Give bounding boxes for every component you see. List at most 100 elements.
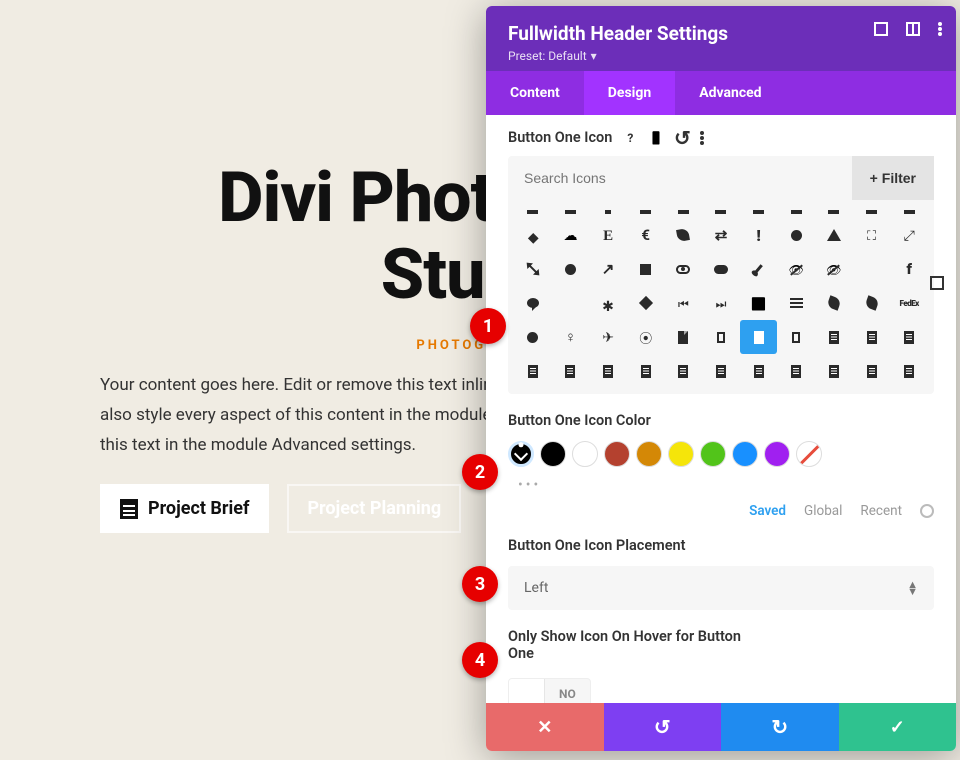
expand-alt-icon[interactable] xyxy=(514,252,552,286)
external-link-icon[interactable] xyxy=(589,252,627,286)
feather-icon[interactable] xyxy=(815,286,853,320)
eye-icon[interactable] xyxy=(665,252,703,286)
tab-design[interactable]: Design xyxy=(584,71,675,115)
fast-forward-icon[interactable] xyxy=(702,286,740,320)
figma-icon[interactable] xyxy=(627,320,665,354)
eye-dropper-icon[interactable] xyxy=(740,252,778,286)
fedora-icon[interactable] xyxy=(514,320,552,354)
search-icons-input[interactable] xyxy=(508,156,852,200)
palette-tab-saved[interactable]: Saved xyxy=(749,503,786,519)
file-code-outline-icon[interactable] xyxy=(589,354,627,388)
fax-icon[interactable] xyxy=(777,286,815,320)
file-audio-icon[interactable] xyxy=(890,320,928,354)
icon-cell[interactable] xyxy=(589,206,627,218)
field-more-icon[interactable] xyxy=(700,131,704,145)
save-button[interactable] xyxy=(839,703,957,751)
undo-button[interactable] xyxy=(604,703,722,751)
project-planning-button[interactable]: Project Planning xyxy=(287,484,461,533)
swatch-brick[interactable] xyxy=(604,441,630,467)
swatch-black[interactable] xyxy=(540,441,566,467)
file-audio-outline-icon[interactable] xyxy=(514,354,552,388)
more-colors-icon[interactable]: ••• xyxy=(508,477,934,493)
expand-arrows-icon[interactable] xyxy=(890,218,928,252)
icon-cell[interactable] xyxy=(552,206,590,218)
icon-cell[interactable] xyxy=(740,206,778,218)
icon-placement-select[interactable]: Left ▲▼ xyxy=(508,566,934,610)
file-download-icon[interactable] xyxy=(702,354,740,388)
faucet-icon[interactable] xyxy=(740,286,778,320)
eye-slash-solid-icon[interactable] xyxy=(815,252,853,286)
external-link-square-icon[interactable] xyxy=(627,252,665,286)
file-export-icon[interactable] xyxy=(815,354,853,388)
exchange-icon[interactable]: ⇄ xyxy=(702,218,740,252)
icon-cell[interactable] xyxy=(777,206,815,218)
exclamation-icon[interactable]: ! xyxy=(740,218,778,252)
feather-alt-icon[interactable] xyxy=(853,286,891,320)
file-image-icon[interactable] xyxy=(853,354,891,388)
ethereum-icon[interactable] xyxy=(514,218,552,252)
focus-mode-icon[interactable] xyxy=(874,22,888,36)
color-picker-swatch[interactable] xyxy=(508,441,534,467)
filter-button[interactable]: + Filter xyxy=(852,156,934,200)
euro-icon[interactable] xyxy=(627,218,665,252)
expeditedssl-icon[interactable] xyxy=(552,252,590,286)
evernote-icon[interactable] xyxy=(665,218,703,252)
eye-slash-icon[interactable] xyxy=(777,252,815,286)
palette-tab-recent[interactable]: Recent xyxy=(860,503,902,519)
reset-icon[interactable] xyxy=(674,130,690,146)
responsive-icon[interactable] xyxy=(648,130,664,146)
swatch-yellow[interactable] xyxy=(668,441,694,467)
project-brief-button[interactable]: Project Brief xyxy=(100,484,269,533)
etsy-icon[interactable] xyxy=(589,218,627,252)
icon-cell[interactable] xyxy=(665,206,703,218)
palette-settings-icon[interactable] xyxy=(920,504,934,518)
icon-cell[interactable] xyxy=(815,206,853,218)
swatch-purple[interactable] xyxy=(764,441,790,467)
split-view-icon[interactable] xyxy=(906,22,920,36)
file-icon[interactable] xyxy=(665,320,703,354)
facebook-icon[interactable] xyxy=(853,252,891,286)
icon-cell[interactable] xyxy=(890,206,928,218)
fast-backward-icon[interactable] xyxy=(665,286,703,320)
facebook-square-icon[interactable]: f xyxy=(552,286,590,320)
palette-tab-global[interactable]: Global xyxy=(804,503,842,519)
fighter-jet-icon[interactable] xyxy=(589,320,627,354)
file-alt-outline-icon[interactable] xyxy=(777,320,815,354)
female-icon[interactable] xyxy=(552,320,590,354)
fantasy-flight-icon[interactable] xyxy=(627,286,665,320)
icon-cell[interactable] xyxy=(514,206,552,218)
swatch-orange[interactable] xyxy=(636,441,662,467)
exclamation-triangle-icon[interactable] xyxy=(815,218,853,252)
swatch-white[interactable] xyxy=(572,441,598,467)
file-archive-outline-icon[interactable] xyxy=(853,320,891,354)
preset-selector[interactable]: Preset: Default ▾ xyxy=(508,49,934,63)
swatch-green[interactable] xyxy=(700,441,726,467)
fan-icon[interactable] xyxy=(589,286,627,320)
file-code-icon[interactable] xyxy=(552,354,590,388)
cancel-button[interactable] xyxy=(486,703,604,751)
more-menu-icon[interactable] xyxy=(938,22,942,36)
icon-cell[interactable] xyxy=(627,206,665,218)
messenger-icon[interactable] xyxy=(514,286,552,320)
expand-icon[interactable] xyxy=(853,218,891,252)
file-image-outline-icon[interactable] xyxy=(890,354,928,388)
hover-target-icon[interactable] xyxy=(930,276,944,294)
icon-cell[interactable] xyxy=(853,206,891,218)
file-contract-icon[interactable] xyxy=(627,354,665,388)
only-hover-toggle[interactable]: NO xyxy=(508,678,591,703)
tab-content[interactable]: Content xyxy=(486,71,584,115)
redo-button[interactable] xyxy=(721,703,839,751)
swatch-transparent[interactable] xyxy=(796,441,822,467)
tab-advanced[interactable]: Advanced xyxy=(675,71,785,115)
help-icon[interactable]: ? xyxy=(622,130,638,146)
file-csv-icon[interactable] xyxy=(665,354,703,388)
eye-solid-icon[interactable] xyxy=(702,252,740,286)
fedex-icon[interactable]: FedEx xyxy=(890,286,928,320)
exclamation-circle-icon[interactable] xyxy=(777,218,815,252)
file-archive-icon[interactable] xyxy=(815,320,853,354)
icon-cell[interactable] xyxy=(702,206,740,218)
gateway-icon[interactable] xyxy=(552,218,590,252)
file-excel-icon[interactable] xyxy=(740,354,778,388)
file-excel-outline-icon[interactable] xyxy=(777,354,815,388)
swatch-blue[interactable] xyxy=(732,441,758,467)
